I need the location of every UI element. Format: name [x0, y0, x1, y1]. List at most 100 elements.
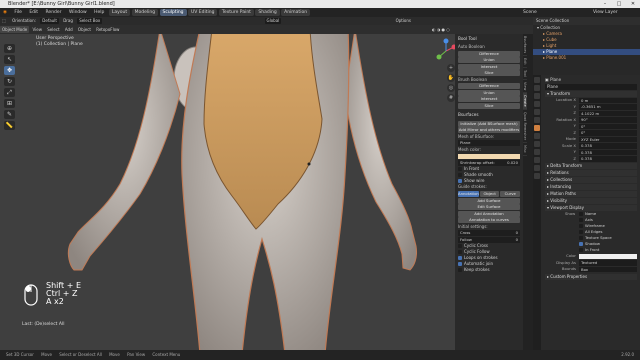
physics-tab-icon[interactable]: [534, 149, 540, 155]
particles-tab-icon[interactable]: [534, 141, 540, 147]
initialize-bsurface-button[interactable]: Initialize (Add BSurface mesh): [458, 120, 520, 127]
auto-union-button[interactable]: Union: [458, 57, 520, 63]
delta-transform-section[interactable]: ▸ Delta Transform: [545, 163, 637, 169]
workspace-tab-texture-paint[interactable]: Texture Paint: [218, 9, 254, 16]
auto-difference-button[interactable]: Difference: [458, 50, 520, 57]
custom-properties-section[interactable]: ▸ Custom Properties: [545, 273, 637, 280]
annotation-to-curves-button[interactable]: Annotation to curves: [458, 217, 520, 223]
modifier-tab-icon[interactable]: [534, 133, 540, 139]
scale-tool-icon[interactable]: ⤢: [4, 88, 15, 97]
bsurfaces-header[interactable]: Bsurfaces: [455, 110, 523, 119]
select-tool-icon[interactable]: ↖: [4, 55, 15, 64]
annotate-tool-icon[interactable]: ✎: [4, 110, 15, 119]
instancing-section[interactable]: ▸ Instancing: [545, 184, 637, 190]
workspace-tab-uv-editing[interactable]: UV Editing: [187, 9, 218, 16]
auto-intersect-button[interactable]: Intersect: [458, 63, 520, 70]
select-box-tool-icon[interactable]: ⬚: [0, 17, 8, 25]
rotation-x[interactable]: Rotation X 90°: [545, 117, 637, 124]
close-button[interactable]: ✕: [626, 0, 640, 8]
cross-field[interactable]: Cross 0: [458, 230, 520, 236]
scale-y[interactable]: Y 0.378: [545, 149, 637, 156]
rotation-y[interactable]: Y 0°: [545, 123, 637, 130]
tab-quad-remesher[interactable]: Quad Remesher: [523, 110, 527, 143]
bool-tool-header[interactable]: Bool Tool: [455, 34, 523, 43]
transform-tool-icon[interactable]: ⊞: [4, 99, 15, 108]
auto-slice-button[interactable]: Slice: [458, 70, 520, 76]
add-menu[interactable]: Add: [63, 25, 75, 34]
view-menu[interactable]: View: [30, 25, 44, 34]
workspace-tab-modeling[interactable]: Modeling: [131, 9, 159, 16]
location-z[interactable]: Z 4.1022 m: [545, 110, 637, 117]
keep-strokes-checkbox[interactable]: Keep strokes: [458, 267, 520, 273]
tab-view[interactable]: View: [523, 80, 527, 94]
brush-union-button[interactable]: Union: [458, 89, 520, 96]
shrinkwrap-offset-field[interactable]: Shrinkwrap offset: 0.020: [458, 159, 520, 166]
data-name-field[interactable]: Plane: [545, 84, 637, 90]
menu-window[interactable]: Window: [66, 8, 90, 17]
brush-slice-button[interactable]: Slice: [458, 102, 520, 109]
cursor-tool-icon[interactable]: ⊕: [4, 44, 15, 53]
minimize-button[interactable]: –: [598, 0, 612, 8]
scene-selector[interactable]: Scene: [520, 8, 540, 17]
menu-help[interactable]: Help: [91, 8, 107, 17]
move-tool-icon[interactable]: ✥: [4, 66, 15, 75]
brush-intersect-button[interactable]: Intersect: [458, 96, 520, 102]
menu-edit[interactable]: Edit: [26, 8, 41, 17]
scene-tab-icon[interactable]: [534, 109, 540, 115]
scale-x[interactable]: Scale X 0.378: [545, 143, 637, 150]
rotate-tool-icon[interactable]: ↻: [4, 77, 15, 86]
tab-create[interactable]: Create: [523, 93, 527, 110]
guide-tab-curve[interactable]: Curve: [500, 190, 521, 197]
grid-icon[interactable]: #: [447, 94, 455, 102]
tab-bsurfaces[interactable]: Bsurfaces: [523, 34, 527, 57]
rotation-mode[interactable]: Mode XYZ Euler: [545, 136, 637, 143]
collections-section[interactable]: ▸ Collections: [545, 177, 637, 183]
menu-file[interactable]: File: [11, 8, 25, 17]
render-tab-icon[interactable]: [534, 85, 540, 91]
guide-tab-object[interactable]: Object: [479, 190, 500, 197]
tool-tab-icon[interactable]: [534, 77, 540, 83]
data-tab-icon[interactable]: [534, 165, 540, 171]
last-operation-label[interactable]: Last: (De)select All: [22, 322, 64, 327]
location-x[interactable]: Location X 0 m: [545, 97, 637, 104]
brush-difference-button[interactable]: Difference: [458, 83, 520, 89]
add-surface-button[interactable]: Add Surface: [458, 197, 520, 204]
workspace-tab-shading[interactable]: Shading: [255, 9, 280, 16]
tab-misc[interactable]: Misc: [523, 143, 527, 156]
view-layer-selector[interactable]: View Layer: [590, 8, 621, 17]
bounds-field[interactable]: Bounds Box: [545, 266, 637, 273]
visibility-section[interactable]: ▸ Visibility: [545, 198, 637, 204]
camera-view-icon[interactable]: ◎: [447, 84, 455, 92]
workspace-tab-sculpting[interactable]: Sculpting: [159, 9, 187, 16]
menu-render[interactable]: Render: [43, 8, 65, 17]
zoom-icon[interactable]: +: [447, 64, 455, 72]
blender-logo-icon[interactable]: ◉: [0, 8, 10, 17]
object-menu[interactable]: Object: [76, 25, 93, 34]
object-tab-icon[interactable]: [534, 125, 540, 131]
follow-field[interactable]: Follow 0: [458, 236, 520, 243]
material-tab-icon[interactable]: [534, 173, 540, 179]
options-dropdown[interactable]: Options: [394, 17, 413, 25]
tab-tool[interactable]: Tool: [523, 68, 527, 80]
guide-tab-annotation[interactable]: Annotation: [458, 190, 479, 197]
retopoflow-menu[interactable]: RetopoFlow: [94, 25, 121, 34]
orientation-dropdown[interactable]: Default: [40, 18, 59, 24]
tab-edit[interactable]: Edit: [523, 56, 527, 68]
shading-modes-icon[interactable]: ◐ ◑ ● ○: [430, 25, 452, 34]
select-menu[interactable]: Select: [45, 25, 61, 34]
maximize-button[interactable]: □: [612, 0, 626, 8]
color-swatch[interactable]: [579, 253, 637, 259]
mesh-color-swatch[interactable]: [458, 153, 520, 159]
workspace-tab-layout[interactable]: Layout: [108, 9, 131, 16]
mesh-of-bsurface-field[interactable]: Plane: [458, 140, 520, 146]
constraints-tab-icon[interactable]: [534, 157, 540, 163]
location-y[interactable]: Y -0.3651 m: [545, 104, 637, 111]
add-annotation-button[interactable]: Add Annotation: [458, 210, 520, 217]
relations-section[interactable]: ▸ Relations: [545, 170, 637, 176]
object-mode-dropdown[interactable]: Object Mode: [0, 26, 30, 33]
output-tab-icon[interactable]: [534, 93, 540, 99]
world-tab-icon[interactable]: [534, 117, 540, 123]
scale-z[interactable]: Z 0.378: [545, 156, 637, 163]
drag-dropdown[interactable]: Select Box: [77, 18, 103, 24]
display-as-field[interactable]: Display As Textured: [545, 260, 637, 267]
